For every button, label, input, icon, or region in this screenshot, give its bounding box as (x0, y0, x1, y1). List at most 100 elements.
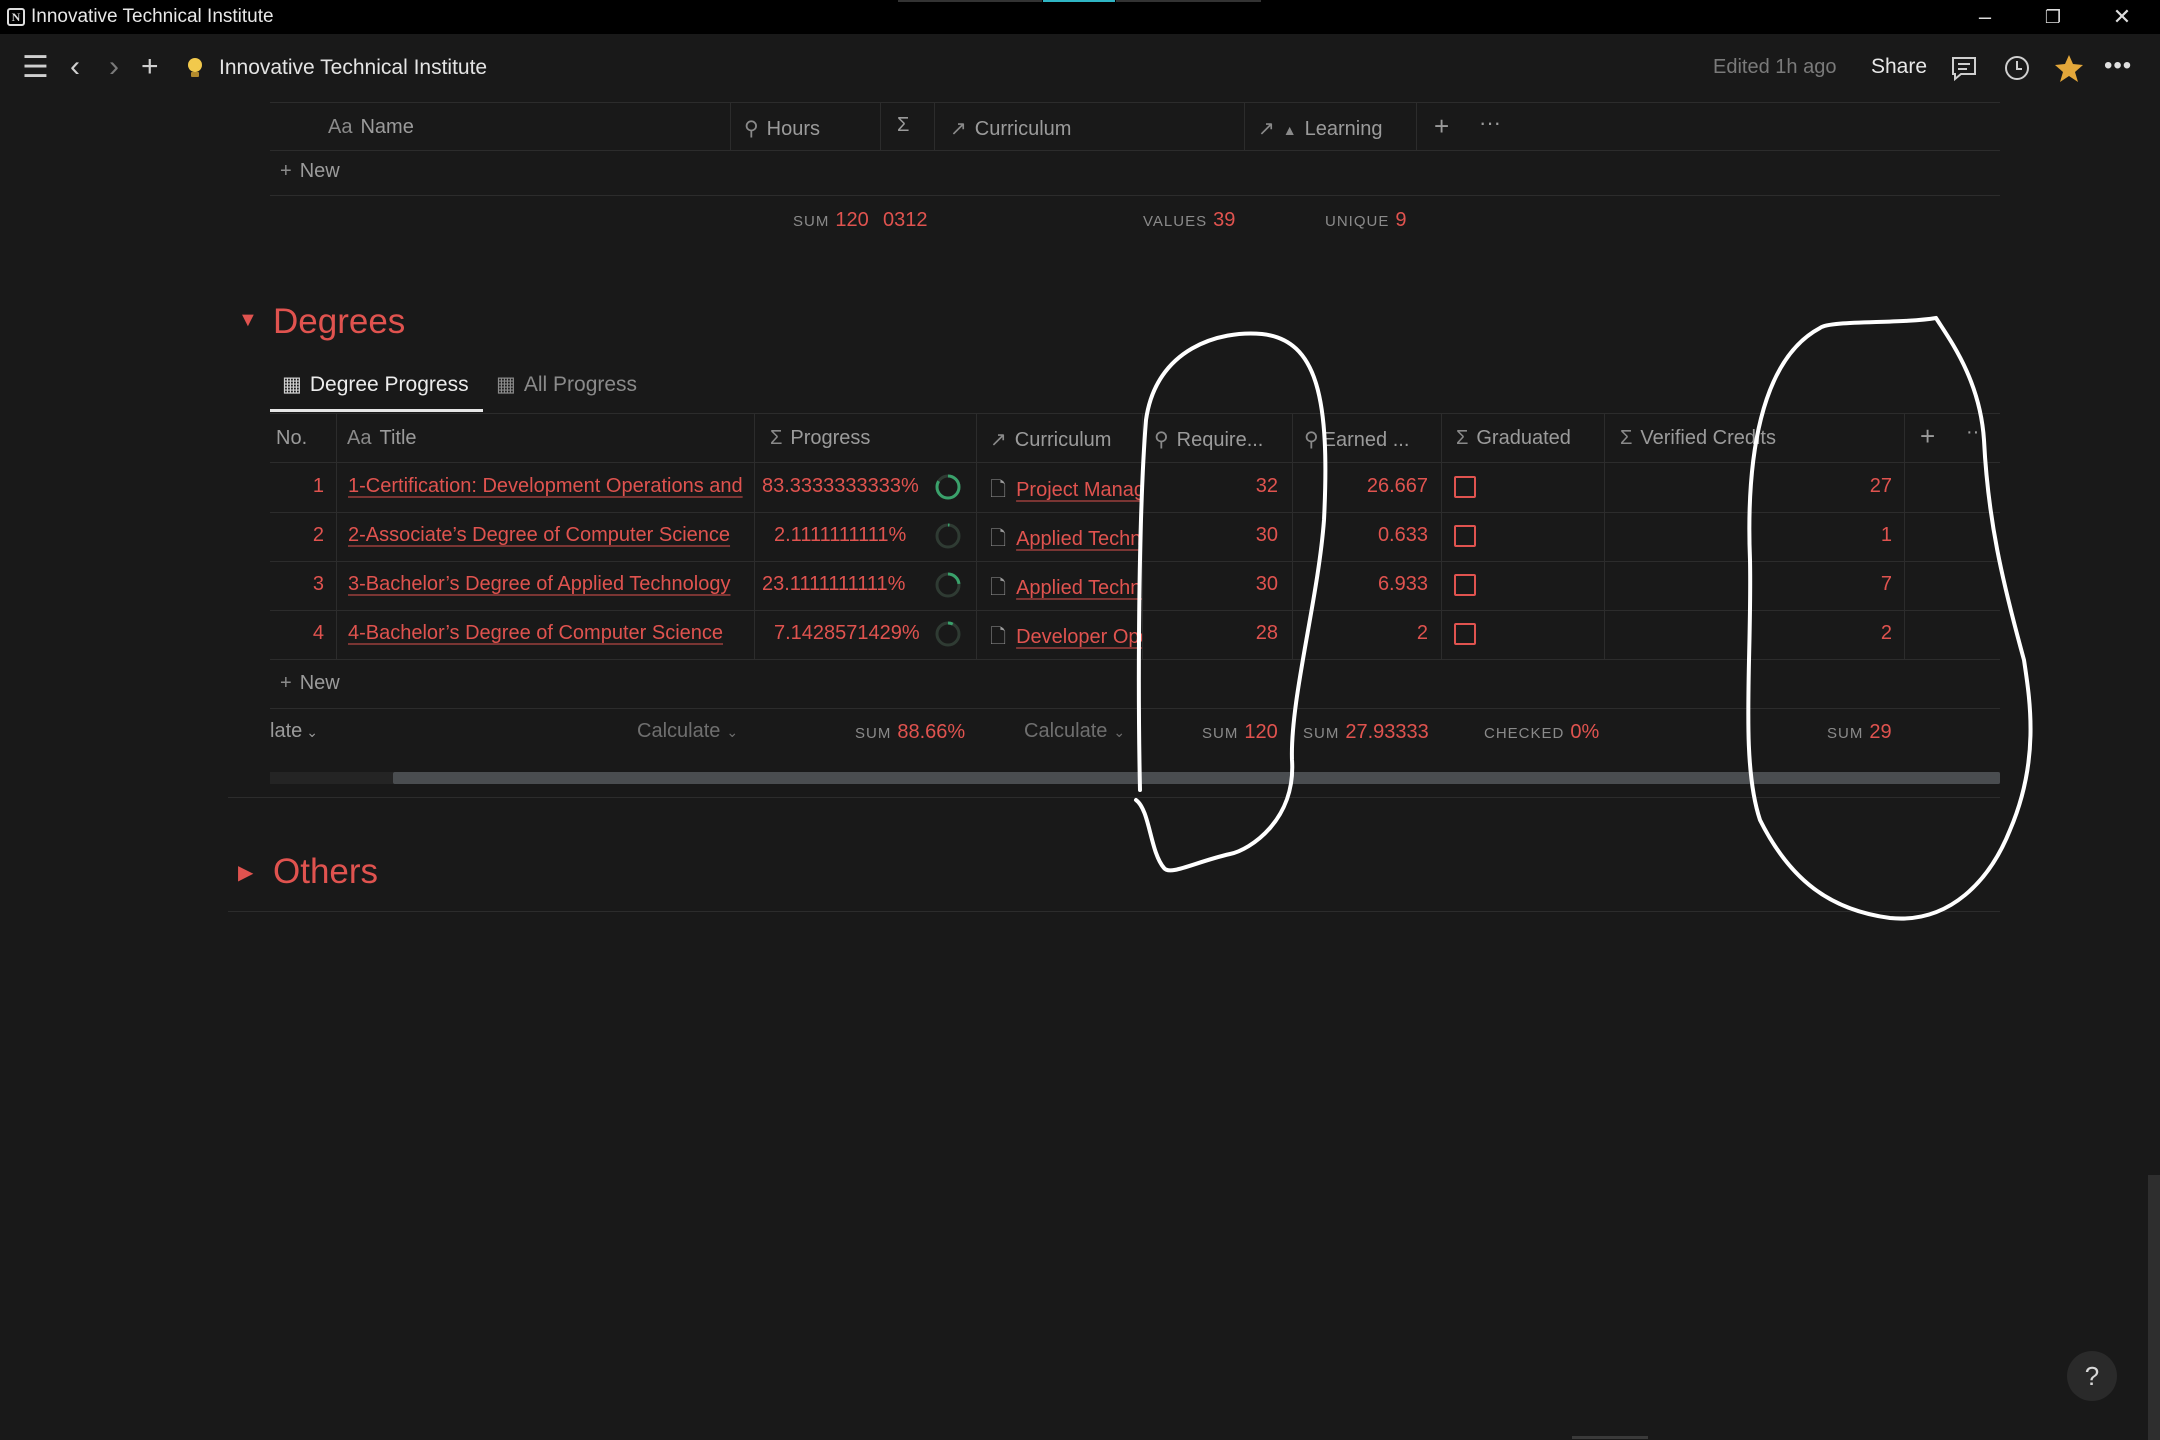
calc-progress[interactable]: SUM 88.66% (855, 721, 965, 744)
curriculum-link[interactable]: Applied Technology (1016, 528, 1142, 550)
expand-toggle-icon[interactable]: ▶ (238, 860, 253, 885)
progress-ring (935, 474, 961, 500)
relation-arrow-icon: ↗ (1258, 118, 1275, 140)
calc-required[interactable]: SUM 120 (1202, 721, 1278, 744)
table-view-icon: ▦ (496, 373, 516, 396)
help-button[interactable]: ? (2067, 1351, 2117, 1401)
window-titlebar: N Innovative Technical Institute – ❐ ✕ (0, 0, 2160, 34)
title-link[interactable]: 2-Associate’s Degree of Computer Science (348, 524, 730, 546)
breadcrumb-page-title[interactable]: Innovative Technical Institute (219, 56, 487, 80)
title-link[interactable]: 3-Bachelor’s Degree of Applied Technolog… (348, 573, 730, 595)
graduated-checkbox[interactable] (1454, 476, 1476, 498)
back-arrow-icon[interactable]: ‹ (70, 52, 80, 82)
title-link[interactable]: 4-Bachelor’s Degree of Computer Science (348, 622, 723, 644)
column-header-earned[interactable]: ⚲ Earned ... (1304, 427, 1409, 452)
graduated-checkbox[interactable] (1454, 574, 1476, 596)
divider (270, 659, 2000, 660)
column-header-learning[interactable]: ↗ ▲ Learning (1258, 116, 1382, 141)
minimize-icon[interactable]: – (1950, 0, 2020, 34)
column-header-verified-credits[interactable]: Σ Verified Credits (1620, 427, 1776, 450)
column-header-sigma[interactable]: Σ (897, 114, 909, 137)
column-header-hours[interactable]: ⚲ Hours (744, 116, 820, 141)
divider (730, 102, 731, 150)
curriculum-cell[interactable]: 🗋 Applied Technology (990, 573, 1142, 607)
favorite-star-icon[interactable] (2054, 53, 2084, 83)
column-header-name[interactable]: Aa Name (328, 116, 414, 139)
tab-degree-progress[interactable]: ▦ Degree Progress (282, 372, 469, 397)
column-header-required[interactable]: ⚲ Require... (1154, 427, 1263, 452)
add-column-plus-icon[interactable]: + (1434, 111, 1449, 142)
calc-curriculum[interactable]: Calculate ⌄ (1024, 720, 1125, 743)
divider (1416, 102, 1417, 150)
new-page-plus-icon[interactable]: + (141, 52, 159, 82)
curriculum-link[interactable]: Project Management (1016, 479, 1142, 501)
vertical-scrollbar-thumb[interactable] (2148, 1175, 2160, 1440)
progress-ring (935, 523, 961, 549)
required-cell: 30 (1255, 573, 1278, 595)
title-link[interactable]: 1-Certification: Development Operations … (348, 475, 743, 497)
earned-cell: 2 (1416, 622, 1428, 644)
horizontal-scrollbar-thumb[interactable] (393, 772, 2000, 784)
close-icon[interactable]: ✕ (2087, 0, 2157, 34)
tab-all-progress[interactable]: ▦ All Progress (496, 372, 637, 397)
page-icon: 🗋 (990, 626, 1007, 648)
divider (270, 102, 2000, 103)
bottom-handle (1572, 1436, 1648, 1439)
required-cell: 30 (1255, 524, 1278, 546)
divider (754, 413, 755, 659)
forward-arrow-icon[interactable]: › (109, 52, 119, 82)
column-header-curriculum[interactable]: ↗ Curriculum (950, 116, 1071, 141)
menu-icon[interactable]: ☰ (22, 53, 49, 83)
graduated-checkbox[interactable] (1454, 623, 1476, 645)
progress-ring (935, 621, 961, 647)
column-header-title[interactable]: Aa Title (347, 427, 417, 450)
sigma-icon: Σ (1456, 427, 1469, 449)
curriculum-cell[interactable]: 🗋 Applied Technology (990, 524, 1142, 558)
column-header-no[interactable]: No. (276, 427, 307, 450)
more-options-icon[interactable]: ••• (2104, 52, 2132, 80)
more-options-icon[interactable]: ·· (1966, 421, 1979, 444)
section-title-others[interactable]: Others (273, 852, 378, 892)
calc-title[interactable]: Calculate ⌄ (637, 720, 738, 743)
calc-verified[interactable]: SUM 29 (1827, 721, 1892, 744)
progress-cell: 7.1428571429% (774, 622, 920, 644)
chevron-down-icon: ⌄ (1113, 724, 1126, 740)
new-row-button[interactable]: + New (280, 160, 340, 183)
column-header-curriculum[interactable]: ↗ Curriculum (990, 427, 1111, 452)
divider (1904, 413, 1905, 659)
restore-icon[interactable]: ❐ (2018, 0, 2088, 34)
sigma-icon: Σ (770, 427, 783, 449)
section-title-degrees[interactable]: Degrees (273, 302, 405, 342)
collapse-toggle-icon[interactable]: ▼ (238, 309, 258, 332)
calc-earned[interactable]: SUM 27.93333 (1303, 721, 1429, 744)
calc-first-column[interactable]: late ⌄ (270, 720, 318, 743)
graduated-checkbox[interactable] (1454, 525, 1476, 547)
divider (270, 462, 2000, 463)
more-options-icon[interactable]: ··· (1479, 110, 1501, 136)
comment-icon[interactable] (1950, 55, 1978, 81)
title-cell[interactable]: 3-Bachelor’s Degree of Applied Technolog… (348, 573, 752, 596)
calc-learning[interactable]: UNIQUE 9 (1325, 209, 1406, 232)
divider (270, 610, 2000, 611)
calc-hours[interactable]: SUM 120 (793, 209, 869, 232)
column-header-graduated[interactable]: Σ Graduated (1456, 427, 1571, 450)
share-button[interactable]: Share (1871, 55, 1927, 79)
column-header-progress[interactable]: Σ Progress (770, 427, 870, 450)
page-icon: 🗋 (990, 528, 1007, 550)
title-cell[interactable]: 2-Associate’s Degree of Computer Science (348, 524, 752, 547)
curriculum-link[interactable]: Applied Technology (1016, 577, 1142, 599)
new-row-button[interactable]: + New (280, 672, 340, 695)
curriculum-cell[interactable]: 🗋 Developer Operations (990, 622, 1142, 656)
verified-cell: 27 (1869, 475, 1892, 497)
calc-sigma[interactable]: 0312 (877, 209, 928, 232)
sigma-icon: Σ (1620, 427, 1633, 449)
title-cell[interactable]: 1-Certification: Development Operations … (348, 475, 752, 498)
add-column-plus-icon[interactable]: + (1920, 421, 1935, 452)
divider (270, 512, 2000, 513)
calc-graduated[interactable]: CHECKED 0% (1484, 721, 1599, 744)
title-cell[interactable]: 4-Bachelor’s Degree of Computer Science (348, 622, 752, 645)
calc-curriculum[interactable]: VALUES 39 (1143, 209, 1235, 232)
history-clock-icon[interactable] (2003, 54, 2031, 82)
curriculum-cell[interactable]: 🗋 Project Management (990, 475, 1142, 509)
curriculum-link[interactable]: Developer Operations (1016, 626, 1142, 648)
